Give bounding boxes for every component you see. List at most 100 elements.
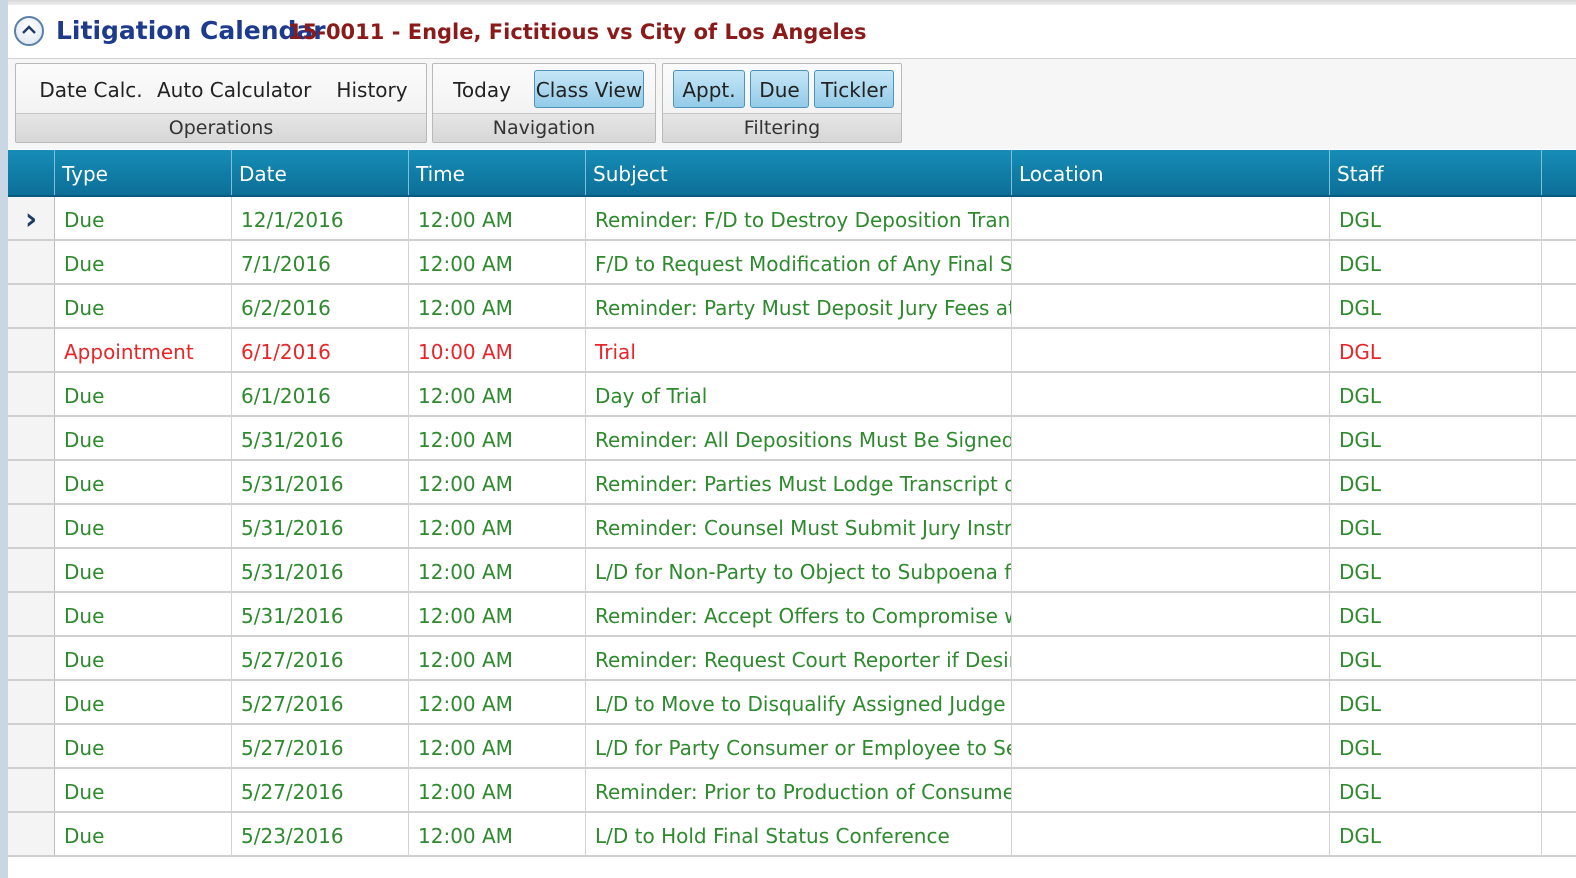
cell-date: 5/31/2016 <box>232 505 409 547</box>
cell-type: Due <box>55 285 232 327</box>
table-row[interactable]: Due 5/27/2016 12:00 AM L/D to Move to Disqu… <box>8 681 1576 725</box>
row-selector <box>8 241 55 283</box>
history-button[interactable]: History <box>334 70 410 108</box>
cell-subject: Reminder: Party Must Deposit Jury Fees a… <box>586 285 1012 327</box>
column-header-type[interactable]: Type <box>55 150 232 195</box>
cell-date: 5/27/2016 <box>232 725 409 767</box>
table-row[interactable]: Due 5/31/2016 12:00 AM Reminder: Accept Off… <box>8 593 1576 637</box>
table-row[interactable]: Due 5/31/2016 12:00 AM Reminder: Counsel Mu… <box>8 505 1576 549</box>
cell-type: Due <box>55 769 232 811</box>
cell-date: 5/31/2016 <box>232 593 409 635</box>
cell-type: Due <box>55 637 232 679</box>
cell-staff: DGL <box>1330 637 1542 679</box>
column-header-selector <box>8 150 55 195</box>
table-row[interactable]: Due 6/1/2016 12:00 AM Day of Trial DGL <box>8 373 1576 417</box>
table-row[interactable]: Due 6/2/2016 12:00 AM Reminder: Party Must … <box>8 285 1576 329</box>
cell-subject: Reminder: F/D to Destroy Deposition Tran… <box>586 197 1012 239</box>
page-title: Litigation Calendar <box>56 16 326 45</box>
column-header-subject[interactable]: Subject <box>586 150 1012 195</box>
table-row[interactable]: Due 5/27/2016 12:00 AM Reminder: Request Co… <box>8 637 1576 681</box>
cell-staff: DGL <box>1330 813 1542 855</box>
cell-date: 5/31/2016 <box>232 461 409 503</box>
cell-location <box>1012 329 1330 371</box>
cell-location <box>1012 593 1330 635</box>
navigation-group-label: Navigation <box>433 113 655 142</box>
column-header-time[interactable]: Time <box>409 150 586 195</box>
cell-date: 5/23/2016 <box>232 813 409 855</box>
collapse-button[interactable] <box>14 16 44 46</box>
cell-date: 5/27/2016 <box>232 637 409 679</box>
cell-date: 6/1/2016 <box>232 329 409 371</box>
cell-location <box>1012 813 1330 855</box>
cell-time: 12:00 AM <box>409 813 586 855</box>
cell-location <box>1012 769 1330 811</box>
ribbon-toolbar: Date Calc. Auto Calculator History Opera… <box>8 58 1576 149</box>
cell-staff: DGL <box>1330 285 1542 327</box>
cell-subject: Reminder: Prior to Production of Consume… <box>586 769 1012 811</box>
column-header-staff[interactable]: Staff <box>1330 150 1542 195</box>
cell-location <box>1012 637 1330 679</box>
cell-time: 12:00 AM <box>409 593 586 635</box>
row-selector <box>8 637 55 679</box>
table-row[interactable]: Due 7/1/2016 12:00 AM F/D to Request Modifi… <box>8 241 1576 285</box>
cell-subject: L/D for Non-Party to Object to Subpoena … <box>586 549 1012 591</box>
row-selector <box>8 285 55 327</box>
cell-staff: DGL <box>1330 417 1542 459</box>
row-selector <box>8 461 55 503</box>
cell-time: 12:00 AM <box>409 637 586 679</box>
table-row[interactable]: Due 5/27/2016 12:00 AM Reminder: Prior to P… <box>8 769 1576 813</box>
date-calc-button[interactable]: Date Calc. <box>32 70 150 108</box>
class-view-button[interactable]: Class View <box>534 70 644 108</box>
table-row[interactable]: › Due 12/1/2016 12:00 AM Reminder: F/D to De… <box>8 197 1576 241</box>
cell-type: Due <box>55 593 232 635</box>
cell-type: Due <box>55 549 232 591</box>
cell-location <box>1012 197 1330 239</box>
chevron-up-icon <box>22 25 36 34</box>
cell-staff: DGL <box>1330 197 1542 239</box>
table-row[interactable]: Due 5/31/2016 12:00 AM Reminder: Parties Mu… <box>8 461 1576 505</box>
table-row[interactable]: Appointment 6/1/2016 10:00 AM Trial DGL <box>8 329 1576 373</box>
cell-type: Due <box>55 681 232 723</box>
tickler-filter-toggle[interactable]: Tickler <box>814 70 894 108</box>
column-header-date[interactable]: Date <box>232 150 409 195</box>
cell-type: Due <box>55 813 232 855</box>
appt-filter-toggle[interactable]: Appt. <box>673 70 745 108</box>
cell-time: 12:00 AM <box>409 461 586 503</box>
cell-staff: DGL <box>1330 681 1542 723</box>
cell-time: 12:00 AM <box>409 769 586 811</box>
cell-staff: DGL <box>1330 241 1542 283</box>
table-row[interactable]: Due 5/27/2016 12:00 AM L/D for Party Consum… <box>8 725 1576 769</box>
cell-time: 12:00 AM <box>409 725 586 767</box>
cell-type: Due <box>55 241 232 283</box>
row-selector <box>8 505 55 547</box>
cell-location <box>1012 417 1330 459</box>
table-row[interactable]: Due 5/31/2016 12:00 AM Reminder: All Deposi… <box>8 417 1576 461</box>
cell-type: Due <box>55 725 232 767</box>
cell-type: Due <box>55 505 232 547</box>
cell-subject: L/D to Move to Disqualify Assigned Judge… <box>586 681 1012 723</box>
today-button[interactable]: Today <box>443 70 521 108</box>
due-filter-toggle[interactable]: Due <box>750 70 809 108</box>
grid-header: Type Date Time Subject Location Staff <box>8 150 1576 197</box>
filtering-group-label: Filtering <box>663 113 901 142</box>
cell-staff: DGL <box>1330 593 1542 635</box>
case-title: 15-0011 - Engle, Fictitious vs City of L… <box>288 20 867 44</box>
table-row[interactable]: Due 5/31/2016 12:00 AM L/D for Non-Party to… <box>8 549 1576 593</box>
row-selector <box>8 769 55 811</box>
cell-subject: Reminder: Parties Must Lodge Transcript … <box>586 461 1012 503</box>
cell-location <box>1012 241 1330 283</box>
cell-location <box>1012 725 1330 767</box>
column-header-location[interactable]: Location <box>1012 150 1330 195</box>
window-left-edge <box>0 0 8 878</box>
cell-subject: Reminder: All Depositions Must Be Signed… <box>586 417 1012 459</box>
cell-staff: DGL <box>1330 725 1542 767</box>
cell-type: Due <box>55 417 232 459</box>
auto-calculator-button[interactable]: Auto Calculator <box>156 70 311 108</box>
cell-date: 6/1/2016 <box>232 373 409 415</box>
table-row[interactable]: Due 5/23/2016 12:00 AM L/D to Hold Final St… <box>8 813 1576 857</box>
cell-staff: DGL <box>1330 505 1542 547</box>
cell-date: 7/1/2016 <box>232 241 409 283</box>
cell-staff: DGL <box>1330 549 1542 591</box>
row-selector <box>8 681 55 723</box>
cell-type: Due <box>55 373 232 415</box>
